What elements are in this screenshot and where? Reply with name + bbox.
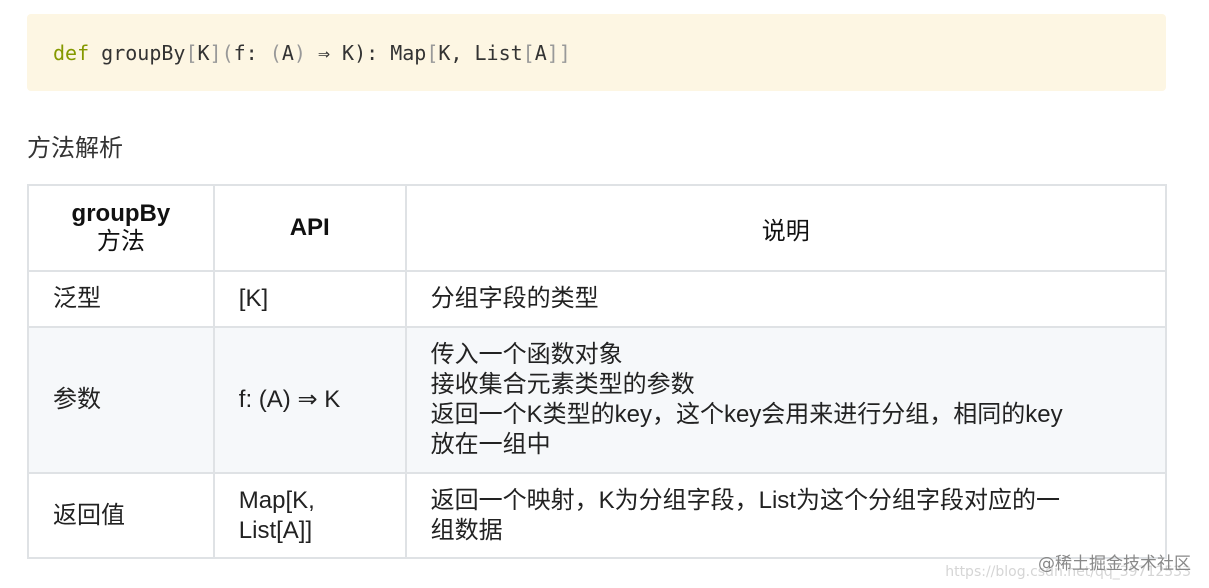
- code-paren: ): [293, 40, 306, 65]
- cell-desc: 传入一个函数对象 接收集合元素类型的参数 返回一个K类型的key，这个key会用…: [404, 326, 1168, 474]
- table-header-row: groupBy 方法 API 说明: [27, 184, 1168, 272]
- code-paren: (: [221, 40, 234, 65]
- cell-desc: 返回一个映射，K为分组字段，List为这个分组字段对应的一 组数据: [404, 472, 1168, 559]
- cell-api: Map[K, List[A]]: [212, 472, 407, 559]
- desc-line: 返回一个K类型的key，这个key会用来进行分组，相同的key: [430, 401, 1063, 428]
- api-table: groupBy 方法 API 说明 泛型 [K] 分组字段的类型 参数 f: (…: [27, 184, 1168, 559]
- desc-line: 分组字段的类型: [430, 285, 599, 312]
- code-keyword: def: [53, 40, 90, 65]
- header-method-main: groupBy: [71, 200, 171, 227]
- desc-line: 接收集合元素类型的参数: [430, 371, 695, 398]
- code-bracket: ]]: [546, 40, 571, 65]
- header-method-sub: 方法: [96, 228, 145, 255]
- code-arg-type: A: [281, 40, 294, 65]
- code-return-type: K, List: [438, 40, 523, 65]
- code-name: groupBy: [89, 40, 186, 65]
- cell-desc: 分组字段的类型: [404, 270, 1168, 328]
- cell-method: 参数: [27, 326, 215, 474]
- code-bracket: ]: [209, 40, 222, 65]
- table-row: 返回值 Map[K, List[A]] 返回一个映射，K为分组字段，List为这…: [27, 472, 1168, 559]
- code-paren: (: [269, 40, 282, 65]
- watermark: https://blog.csdn.net/qq_39712533 @稀土掘金技…: [945, 549, 1191, 580]
- table-row: 泛型 [K] 分组字段的类型: [27, 270, 1168, 328]
- table-row: 参数 f: (A) ⇒ K 传入一个函数对象 接收集合元素类型的参数 返回一个K…: [27, 326, 1168, 474]
- desc-line: 传入一个函数对象: [430, 341, 623, 368]
- desc-line: 返回一个映射，K为分组字段，List为这个分组字段对应的一: [430, 486, 1060, 514]
- header-desc: 说明: [404, 184, 1168, 272]
- api-line: List[A]]: [238, 516, 313, 544]
- header-api: API: [212, 184, 407, 272]
- header-method: groupBy 方法: [27, 184, 215, 272]
- code-arrow: ⇒ K): Map: [305, 40, 427, 65]
- code-arg: f:: [233, 40, 270, 65]
- code-block: def groupBy[K](f: (A) ⇒ K): Map[K, List[…: [27, 14, 1166, 91]
- api-line: Map[K,: [238, 486, 315, 514]
- cell-method: 泛型: [27, 270, 215, 328]
- watermark-brand: @稀土掘金技术社区: [1038, 554, 1191, 574]
- code-type-param: K: [197, 40, 210, 65]
- cell-api: [K]: [212, 270, 407, 328]
- desc-line: 组数据: [430, 516, 503, 544]
- section-title: 方法解析: [27, 134, 123, 162]
- desc-line: 放在一组中: [430, 431, 551, 458]
- code-bracket: [: [522, 40, 535, 65]
- code-return-elem: A: [534, 40, 547, 65]
- code-bracket: [: [426, 40, 439, 65]
- code-bracket: [: [185, 40, 198, 65]
- cell-method: 返回值: [27, 472, 215, 559]
- cell-api: f: (A) ⇒ K: [212, 326, 407, 474]
